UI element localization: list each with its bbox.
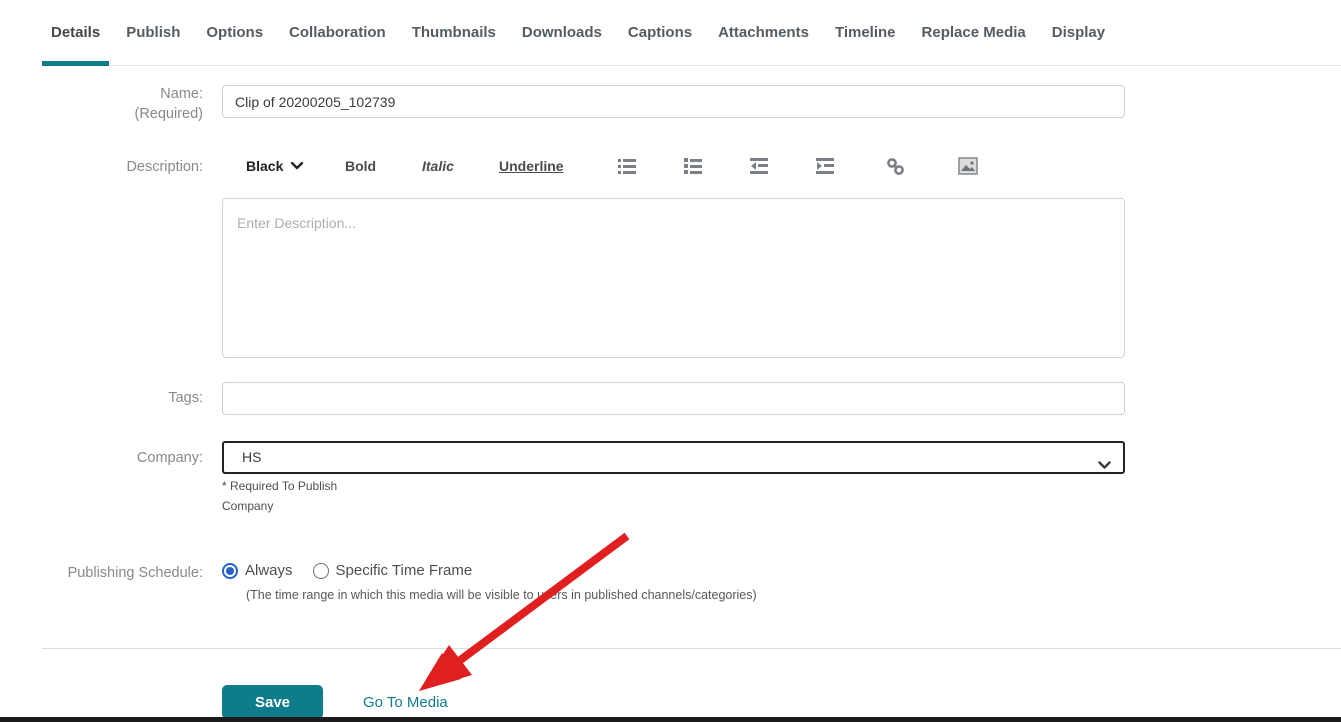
radio-always-label[interactable]: Always	[245, 562, 293, 579]
tags-input[interactable]	[222, 382, 1125, 415]
tab-display[interactable]: Display	[1043, 0, 1114, 66]
description-label: Description:	[0, 157, 203, 177]
name-required-text: (Required)	[0, 104, 203, 124]
tab-downloads[interactable]: Downloads	[513, 0, 611, 66]
required-to-publish-note: * Required To Publish	[222, 479, 337, 493]
company-helper-note: Company	[222, 499, 273, 513]
ordered-list-icon[interactable]	[684, 157, 702, 175]
company-label: Company:	[0, 448, 203, 468]
tab-details[interactable]: Details	[42, 0, 109, 66]
publishing-schedule-helper: (The time range in which this media will…	[246, 588, 757, 602]
tab-replace-media[interactable]: Replace Media	[913, 0, 1035, 66]
company-select[interactable]: HS	[222, 441, 1125, 474]
unordered-list-icon[interactable]	[618, 157, 636, 175]
window-bottom-edge	[0, 717, 1341, 722]
publishing-schedule-options: Always Specific Time Frame	[222, 562, 472, 579]
description-toolbar: Black Bold Italic Underline	[222, 155, 1125, 185]
chevron-down-icon	[291, 162, 303, 170]
tab-attachments[interactable]: Attachments	[709, 0, 818, 66]
font-color-dropdown[interactable]: Black	[246, 158, 303, 174]
font-color-value: Black	[246, 158, 283, 174]
go-to-media-link[interactable]: Go To Media	[363, 694, 448, 711]
tab-collaboration[interactable]: Collaboration	[280, 0, 395, 66]
description-textarea[interactable]	[222, 198, 1125, 358]
name-label: Name: (Required)	[0, 84, 203, 124]
underline-button[interactable]: Underline	[499, 158, 564, 174]
tab-options[interactable]: Options	[197, 0, 272, 66]
name-label-text: Name:	[0, 84, 203, 104]
italic-button[interactable]: Italic	[422, 158, 454, 174]
outdent-icon[interactable]	[750, 157, 768, 175]
tab-bar: Details Publish Options Collaboration Th…	[42, 0, 1341, 66]
tab-timeline[interactable]: Timeline	[826, 0, 905, 66]
name-input[interactable]	[222, 85, 1125, 118]
image-icon[interactable]	[958, 157, 976, 175]
publishing-schedule-label: Publishing Schedule:	[0, 563, 203, 583]
indent-icon[interactable]	[816, 157, 834, 175]
save-button[interactable]: Save	[222, 685, 323, 719]
radio-always[interactable]	[222, 563, 238, 579]
tags-label: Tags:	[0, 388, 203, 408]
tab-thumbnails[interactable]: Thumbnails	[403, 0, 505, 66]
radio-specific-time-frame-label[interactable]: Specific Time Frame	[336, 562, 473, 579]
link-icon[interactable]	[886, 157, 904, 175]
radio-specific-time-frame[interactable]	[313, 563, 329, 579]
tab-captions[interactable]: Captions	[619, 0, 701, 66]
tab-publish[interactable]: Publish	[117, 0, 189, 66]
company-select-value: HS	[242, 449, 261, 465]
footer-divider	[42, 648, 1341, 649]
bold-button[interactable]: Bold	[345, 158, 376, 174]
chevron-down-icon	[1098, 451, 1111, 480]
